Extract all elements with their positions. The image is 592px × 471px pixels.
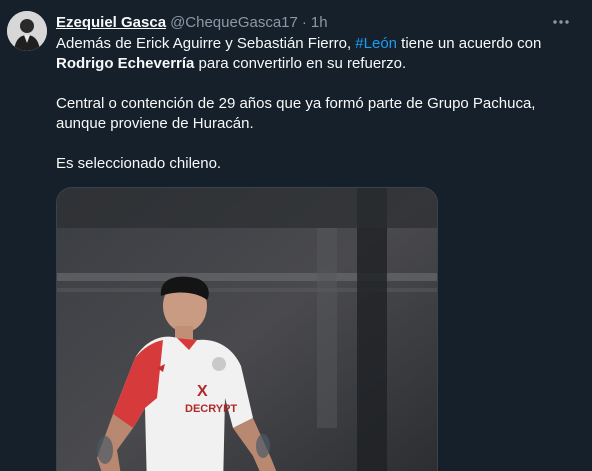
separator-dot: · <box>301 13 307 31</box>
more-options-button[interactable] <box>549 12 573 32</box>
bold-text: Rodrigo Echeverría <box>56 55 195 72</box>
ellipsis-icon <box>553 20 569 24</box>
tweet-paragraph-1: Además de Erick Aguirre y Sebastián Fier… <box>56 34 576 74</box>
tweet-paragraph-2: Central o contención de 29 años que ya f… <box>56 95 536 132</box>
author-name[interactable]: Ezequiel Gasca <box>56 14 166 31</box>
shirt-sponsor-text: DECRYPT <box>185 403 237 415</box>
text-segment: para convertirlo en su refuerzo. <box>194 55 407 72</box>
tweet[interactable]: Ezequiel Gasca @ChequeGasca17 · 1h Ademá… <box>0 0 592 471</box>
hashtag-link[interactable]: #León <box>355 35 397 52</box>
tweet-timestamp[interactable]: 1h <box>311 14 328 31</box>
player-photo: DECRYPT X <box>57 188 437 471</box>
avatar-image <box>7 11 47 51</box>
tweet-text: Además de Erick Aguirre y Sebastián Fier… <box>56 34 576 174</box>
text-segment: Además de Erick Aguirre y Sebastián Fier… <box>56 35 356 52</box>
author-avatar[interactable] <box>7 11 47 51</box>
tweet-paragraph-3: Es seleccionado chileno. <box>56 155 222 172</box>
author-handle[interactable]: @ChequeGasca17 <box>170 14 298 31</box>
svg-text:X: X <box>197 383 208 400</box>
tweet-media-photo[interactable]: DECRYPT X <box>56 187 438 471</box>
text-segment: tiene un acuerdo con <box>397 35 542 52</box>
tweet-header: Ezequiel Gasca @ChequeGasca17 · 1h <box>56 12 328 32</box>
